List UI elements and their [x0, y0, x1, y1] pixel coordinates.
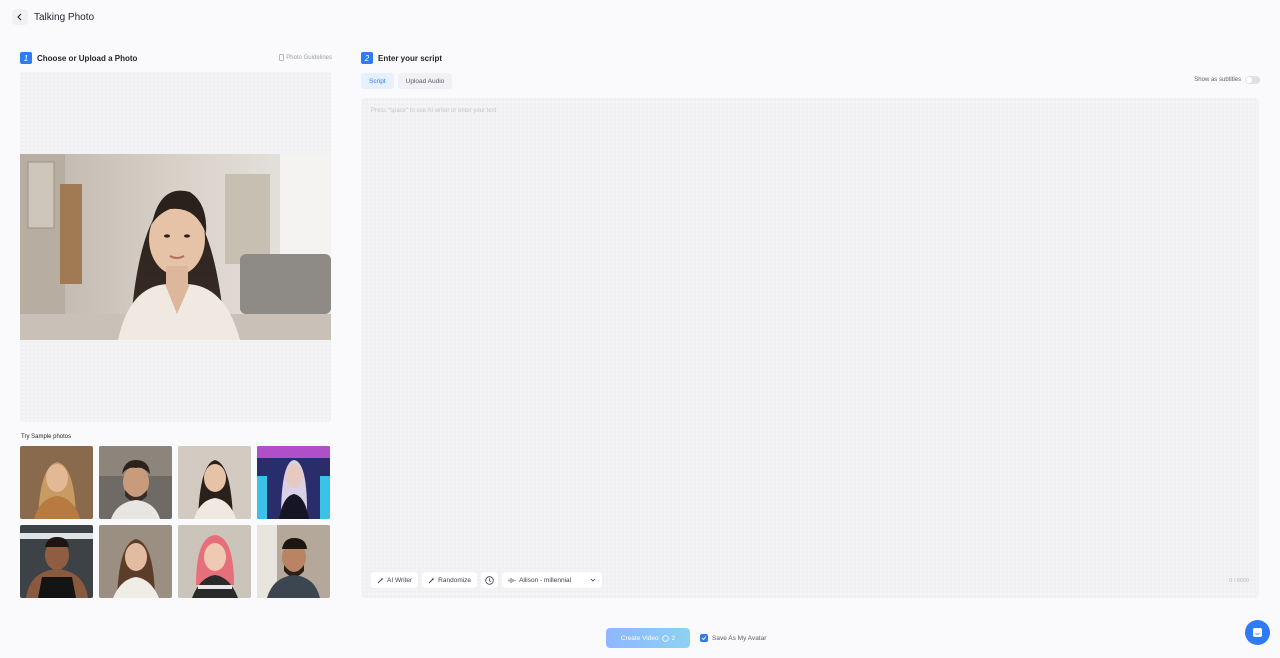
tab-upload-audio[interactable]: Upload Audio	[397, 73, 453, 89]
subtitles-label: Show as subtitles	[1194, 77, 1241, 83]
save-avatar-label: Save As My Avatar	[712, 634, 767, 642]
script-placeholder: Press “space” to use AI writer or enter …	[371, 108, 497, 114]
chat-icon	[1253, 628, 1262, 637]
back-button[interactable]	[12, 9, 28, 25]
subtitles-toggle[interactable]	[1245, 76, 1260, 84]
randomize-label: Randomize	[438, 576, 472, 584]
step2-title: Enter your script	[378, 53, 443, 63]
character-counter: 0 / 8000	[1229, 578, 1249, 584]
subtitles-control: Show as subtitles	[1194, 76, 1260, 84]
credit-count: 2	[671, 634, 676, 642]
ai-writer-button[interactable]: AI Writer	[371, 572, 419, 588]
script-editor[interactable]: Press “space” to use AI writer or enter …	[361, 98, 1259, 598]
sample-photo[interactable]	[257, 446, 330, 519]
create-video-label: Create Video	[620, 634, 659, 642]
waveform-icon	[508, 577, 516, 583]
sample-photo[interactable]	[99, 446, 172, 519]
voice-label: Allison - millennial	[519, 576, 572, 584]
save-avatar-checkbox[interactable]	[700, 634, 708, 642]
chat-support-button[interactable]	[1245, 620, 1270, 645]
clock-icon	[485, 575, 494, 585]
magic-wand-icon	[377, 577, 384, 583]
step1-number: 1	[20, 52, 32, 64]
save-avatar-option[interactable]: Save As My Avatar	[700, 634, 766, 642]
sample-photo[interactable]	[178, 525, 251, 598]
phone-icon	[279, 54, 285, 61]
step1-header: 1 Choose or Upload a Photo	[20, 52, 137, 64]
photo-upload-area[interactable]	[20, 72, 331, 422]
magic-wand-icon	[428, 577, 435, 583]
script-tabs: Script Upload Audio	[361, 73, 453, 89]
sample-photos-grid	[20, 446, 331, 598]
sample-photo[interactable]	[257, 525, 330, 598]
photo-guidelines-label: Photo Guidelines	[286, 54, 332, 61]
sample-photo[interactable]	[20, 446, 93, 519]
credit-icon	[661, 634, 669, 642]
tab-script[interactable]: Script	[361, 73, 394, 89]
ai-writer-label: AI Writer	[387, 576, 413, 584]
samples-label: Try Sample photos	[21, 434, 72, 440]
chevron-left-icon	[17, 13, 22, 21]
create-video-button[interactable]: Create Video 2	[606, 628, 690, 648]
selected-photo	[20, 154, 331, 340]
randomize-button[interactable]: Randomize	[422, 572, 478, 588]
sample-photo[interactable]	[178, 446, 251, 519]
editor-toolbar: AI Writer Randomize Allison - millennial	[371, 572, 603, 588]
footer-bar: Create Video 2 Save As My Avatar	[0, 628, 1280, 648]
photo-guidelines-link[interactable]: Photo Guidelines	[274, 54, 332, 61]
voice-select[interactable]: Allison - millennial	[502, 572, 603, 588]
sample-photo[interactable]	[99, 525, 172, 598]
voice-select-value: Allison - millennial	[508, 577, 571, 584]
check-icon	[701, 636, 707, 641]
page-title: Talking Photo	[34, 11, 95, 23]
step1-title: Choose or Upload a Photo	[37, 53, 138, 63]
chevron-down-icon	[590, 578, 596, 582]
step2-number: 2	[361, 52, 373, 64]
sample-photo[interactable]	[20, 525, 93, 598]
pause-timing-button[interactable]	[481, 572, 499, 588]
step2-header: 2 Enter your script	[361, 52, 442, 64]
top-bar: Talking Photo	[0, 0, 1280, 34]
